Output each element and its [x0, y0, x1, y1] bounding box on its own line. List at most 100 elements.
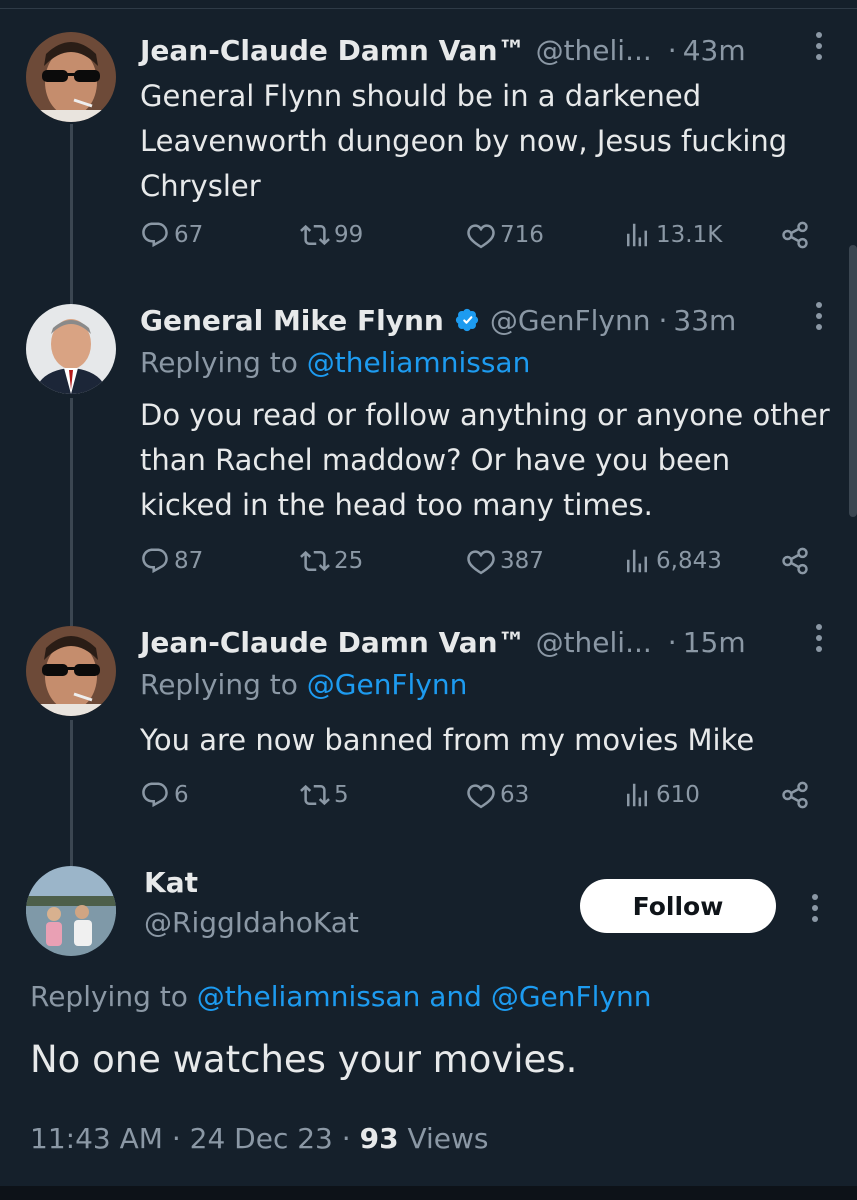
- bottom-bar: [0, 1186, 857, 1200]
- retweet-button[interactable]: 25: [300, 546, 363, 576]
- post-date[interactable]: 24 Dec 23: [190, 1122, 333, 1155]
- verified-icon: [454, 307, 480, 333]
- avatar[interactable]: [26, 626, 116, 716]
- reply-icon: [140, 220, 170, 250]
- display-name[interactable]: Jean-Claude Damn Van™: [140, 626, 526, 659]
- mention-link[interactable]: @GenFlynn: [307, 668, 468, 701]
- reply-button[interactable]: 87: [140, 546, 203, 576]
- views-icon: [622, 546, 652, 576]
- reply-count: 87: [174, 548, 204, 574]
- more-icon[interactable]: [815, 32, 823, 60]
- like-count: 716: [500, 222, 544, 248]
- views-icon: [622, 780, 652, 810]
- more-icon[interactable]: [815, 302, 823, 330]
- user-handle[interactable]: @GenFlynn: [490, 304, 651, 337]
- replying-to: Replying to @theliamnissan: [140, 346, 530, 379]
- view-count: 13.1K: [656, 222, 723, 248]
- replying-to: Replying to @theliamnissan and @GenFlynn: [30, 980, 651, 1013]
- replying-label: Replying to: [30, 980, 188, 1013]
- avatar[interactable]: [26, 304, 116, 394]
- avatar[interactable]: [26, 32, 116, 122]
- tweet[interactable]: Jean-Claude Damn Van™ @theli... · 43m Ge…: [0, 28, 857, 278]
- retweet-icon: [300, 220, 330, 250]
- action-bar: 87 25 387 6,843: [140, 546, 820, 586]
- separator-dot: ·: [341, 1122, 360, 1155]
- tweet-header: General Mike Flynn @GenFlynn · 33m: [140, 298, 736, 342]
- like-count: 63: [500, 782, 530, 808]
- replying-label: Replying to: [140, 668, 298, 701]
- share-button[interactable]: [780, 546, 814, 576]
- retweet-button[interactable]: 99: [300, 220, 363, 250]
- reply-count: 67: [174, 222, 204, 248]
- top-divider: [0, 8, 857, 9]
- avatar[interactable]: [26, 866, 116, 956]
- replying-to: Replying to @GenFlynn: [140, 668, 467, 701]
- separator-dot: ·: [667, 33, 677, 67]
- post-time[interactable]: 11:43 AM: [30, 1122, 163, 1155]
- view-count: 6,843: [656, 548, 722, 574]
- tweet[interactable]: General Mike Flynn @GenFlynn · 33m Reply…: [0, 298, 857, 598]
- display-name[interactable]: General Mike Flynn: [140, 304, 444, 337]
- action-bar: 6 5 63 610: [140, 780, 820, 820]
- separator-dot: ·: [667, 625, 677, 659]
- view-count: 93: [359, 1122, 399, 1155]
- timestamp[interactable]: 15m: [683, 626, 746, 659]
- like-count: 387: [500, 548, 544, 574]
- display-name[interactable]: Kat: [144, 866, 198, 899]
- retweet-count: 5: [334, 782, 349, 808]
- retweet-icon: [300, 780, 330, 810]
- view-count: 610: [656, 782, 700, 808]
- mention-link[interactable]: @GenFlynn: [491, 980, 652, 1013]
- share-icon: [780, 546, 810, 576]
- tweet-header: Jean-Claude Damn Van™ @theli... · 15m: [140, 620, 746, 664]
- timestamp[interactable]: 33m: [673, 304, 736, 337]
- like-button[interactable]: 63: [466, 780, 529, 810]
- views-icon: [622, 220, 652, 250]
- mention-link[interactable]: @theliamnissan: [197, 980, 421, 1013]
- user-handle[interactable]: @theli...: [536, 34, 652, 67]
- reply-button[interactable]: 67: [140, 220, 203, 250]
- separator-dot: ·: [658, 303, 668, 337]
- main-tweet: Kat @RiggIdahoKat Follow: [0, 866, 857, 966]
- share-icon: [780, 220, 810, 250]
- mention-link[interactable]: @theliamnissan: [307, 346, 531, 379]
- views-button[interactable]: 6,843: [622, 546, 722, 576]
- tweet-thread-page: Jean-Claude Damn Van™ @theli... · 43m Ge…: [0, 0, 857, 1200]
- like-icon: [466, 220, 496, 250]
- tweet-meta: 11:43 AM · 24 Dec 23 · 93 Views: [30, 1122, 489, 1155]
- separator-dot: ·: [171, 1122, 190, 1155]
- tweet-text: General Flynn should be in a darkened Le…: [140, 79, 788, 203]
- tweet-text: You are now banned from my movies Mike: [140, 723, 755, 757]
- like-icon: [466, 780, 496, 810]
- tweet[interactable]: Jean-Claude Damn Van™ @theli... · 15m Re…: [0, 620, 857, 830]
- views-button[interactable]: 13.1K: [622, 220, 722, 250]
- reply-icon: [140, 780, 170, 810]
- share-icon: [780, 780, 810, 810]
- views-label: Views: [407, 1122, 489, 1155]
- reply-count: 6: [174, 782, 189, 808]
- retweet-count: 99: [334, 222, 364, 248]
- retweet-icon: [300, 546, 330, 576]
- tweet-header: Jean-Claude Damn Van™ @theli... · 43m: [140, 28, 746, 72]
- follow-button[interactable]: Follow: [580, 879, 776, 933]
- user-handle[interactable]: @RiggIdahoKat: [144, 906, 359, 939]
- views-button[interactable]: 610: [622, 780, 700, 810]
- like-button[interactable]: 387: [466, 546, 544, 576]
- more-icon[interactable]: [815, 624, 823, 652]
- reply-icon: [140, 546, 170, 576]
- more-icon[interactable]: [811, 894, 819, 922]
- replying-and[interactable]: and: [429, 980, 482, 1013]
- user-handle[interactable]: @theli...: [536, 626, 652, 659]
- timestamp[interactable]: 43m: [683, 34, 746, 67]
- tweet-text: No one watches your movies.: [30, 1038, 578, 1081]
- like-button[interactable]: 716: [466, 220, 544, 250]
- replying-label: Replying to: [140, 346, 298, 379]
- display-name[interactable]: Jean-Claude Damn Van™: [140, 34, 526, 67]
- like-icon: [466, 546, 496, 576]
- share-button[interactable]: [780, 780, 814, 810]
- tweet-text: Do you read or follow anything or anyone…: [140, 398, 830, 522]
- action-bar: 67 99 716 13.1K: [140, 220, 820, 260]
- share-button[interactable]: [780, 220, 814, 250]
- reply-button[interactable]: 6: [140, 780, 189, 810]
- retweet-button[interactable]: 5: [300, 780, 349, 810]
